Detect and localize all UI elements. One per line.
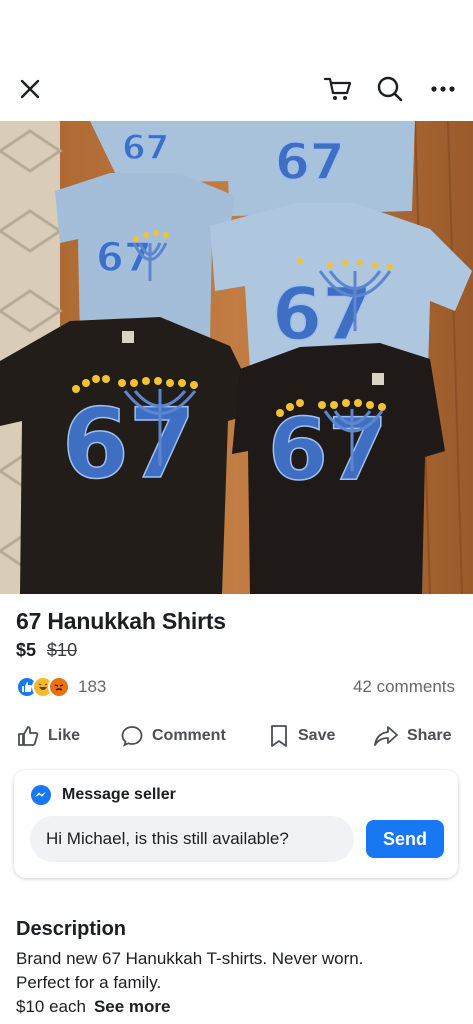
- message-seller-header: Message seller: [30, 784, 176, 806]
- share-button[interactable]: Share: [373, 718, 451, 754]
- current-price: $5: [16, 640, 37, 660]
- message-seller-title: Message seller: [62, 786, 176, 803]
- save-button[interactable]: Save: [268, 718, 335, 754]
- original-price: $10: [47, 640, 78, 660]
- close-icon[interactable]: [12, 66, 48, 112]
- svg-text:67: 67: [275, 133, 345, 191]
- like-button[interactable]: Like: [16, 718, 80, 754]
- listing-photo[interactable]: 67 67 67 67 67 67: [0, 121, 473, 594]
- listing-title: 67 Hanukkah Shirts: [16, 608, 226, 634]
- search-icon[interactable]: [372, 66, 408, 112]
- price-row: $5 $10: [16, 640, 77, 661]
- bookmark-icon: [271, 725, 287, 747]
- like-label: Like: [48, 727, 81, 744]
- share-icon: [374, 726, 398, 746]
- description-title: Description: [16, 918, 127, 940]
- description-line-1: Brand new 67 Hanukkah T-shirts. Never wo…: [16, 949, 364, 968]
- description-body: Brand new 67 Hanukkah T-shirts. Never wo…: [16, 947, 456, 1019]
- send-button[interactable]: Send: [366, 820, 444, 858]
- reaction-count: 183: [78, 677, 107, 696]
- svg-text:67: 67: [62, 388, 196, 500]
- comment-icon: [121, 726, 143, 747]
- action-bar: Like Comment Save Share: [0, 718, 473, 754]
- message-seller-card: Message seller Send: [14, 770, 458, 878]
- share-label: Share: [407, 727, 452, 744]
- svg-text:67: 67: [272, 272, 372, 356]
- comment-label: Comment: [152, 727, 226, 744]
- angry-reaction-icon: [48, 676, 70, 698]
- thumbs-up-icon: [18, 726, 39, 746]
- more-options-icon[interactable]: [425, 66, 461, 112]
- see-more-link[interactable]: See more: [94, 997, 171, 1016]
- reactions-summary[interactable]: 183: [16, 676, 106, 698]
- save-label: Save: [298, 727, 336, 744]
- description-line-3: $10 each See more: [16, 995, 456, 1019]
- comment-button[interactable]: Comment: [120, 718, 226, 754]
- description-price-note: $10 each: [16, 997, 86, 1016]
- messenger-icon: [31, 785, 51, 805]
- message-input[interactable]: [30, 816, 354, 862]
- cart-icon[interactable]: [320, 66, 356, 112]
- comments-count[interactable]: 42 comments: [353, 677, 455, 697]
- description-line-2: Perfect for a family.: [16, 973, 162, 992]
- top-bar: [0, 66, 473, 112]
- svg-text:67: 67: [122, 128, 169, 168]
